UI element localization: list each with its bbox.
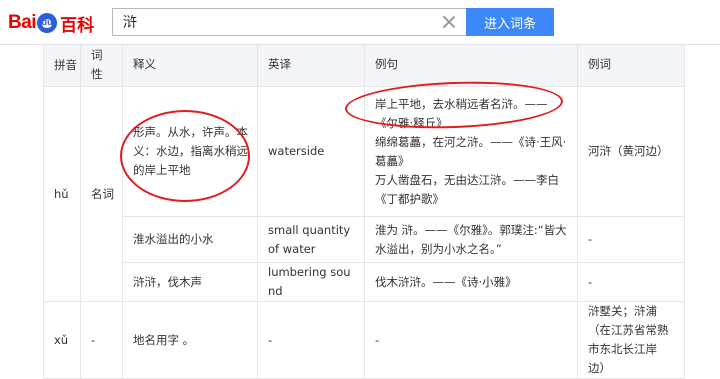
baidu-baike-logo[interactable]: Bai du 百科 (8, 11, 95, 36)
cell-example-sentence: 岸上平地，去水稍远者名浒。——《尔雅·释丘》 绵绵葛藟，在河之浒。——《诗·王风… (364, 86, 578, 217)
cell-english: small quantity of water (257, 216, 365, 263)
definition-text: 形声。从水，许声。本义：水边，指离水稍远的岸上平地 (133, 125, 248, 177)
cell-definition: 地名用字 。 (122, 301, 258, 379)
paw-icon: du (37, 13, 58, 33)
search-input[interactable] (113, 9, 433, 35)
logo-text-baike: 百科 (60, 15, 95, 36)
close-icon[interactable] (442, 15, 456, 29)
cell-definition: 淮水溢出的小水 (122, 216, 258, 263)
table-row: 浒浒，伐木声 lumbering sound 伐木浒浒。——《诗·小雅》 - (44, 262, 685, 302)
cell-example-sentence: 淮为 浒。——《尔雅》。郭璞注:“皆大水溢出，别为小水之名。” (364, 216, 578, 263)
cell-pinyin: hǔ (43, 86, 81, 302)
table-row: hǔ 名词 形声。从水，许声。本义：水边，指离水稍远的岸上平地 watersid… (43, 86, 685, 302)
example-line: 伐木浒浒。——《诗·小雅》 (375, 274, 517, 289)
example-line: 淮为 浒。——《尔雅》。郭璞注:“皆大水溢出，别为小水之名。” (375, 222, 567, 256)
dictionary-table: 拼音 词性 释义 英译 例句 例词 hǔ 名词 形声。从水，许声。本义：水边，指… (43, 28, 685, 379)
cell-example-word: - (577, 262, 685, 302)
cell-english: - (257, 301, 365, 379)
example-line: - (375, 332, 380, 347)
table-row: xǔ - 地名用字 。 - - 浒墅关；浒浦（在江苏省常熟市东北长江岸边） (43, 301, 685, 379)
table-row: 淮水溢出的小水 small quantity of water 淮为 浒。——《… (44, 216, 685, 263)
cell-definition: 浒浒，伐木声 (122, 262, 258, 302)
example-line: 岸上平地，去水稍远者名浒。——《尔雅·释丘》 (375, 96, 548, 130)
top-bar: Bai du 百科 进入词条 (0, 0, 720, 45)
cell-english: lumbering sound (257, 262, 365, 302)
cell-example-sentence: 伐木浒浒。——《诗·小雅》 (364, 262, 578, 302)
cell-example-word: 河浒（黄河边） (577, 86, 685, 217)
example-line: 万人凿盘石，无由达江浒。——李白《丁都护歌》 (375, 172, 559, 206)
search-box (112, 8, 467, 36)
cell-definition: 形声。从水，许声。本义：水边，指离水稍远的岸上平地 (122, 86, 258, 217)
example-line: 绵绵葛藟，在河之浒。——《诗·王风·葛藟》 (375, 134, 567, 168)
logo-text-bai: Bai (8, 12, 37, 33)
cell-pos: 名词 (80, 86, 123, 302)
cell-pos: - (80, 301, 123, 379)
enter-entry-button[interactable]: 进入词条 (466, 8, 554, 36)
cell-english: waterside (257, 86, 365, 217)
cell-example-sentence: - (364, 301, 578, 379)
cell-pinyin: xǔ (43, 301, 81, 379)
cell-example-word: 浒墅关；浒浦（在江苏省常熟市东北长江岸边） (577, 301, 685, 379)
cell-example-word: - (577, 216, 685, 263)
